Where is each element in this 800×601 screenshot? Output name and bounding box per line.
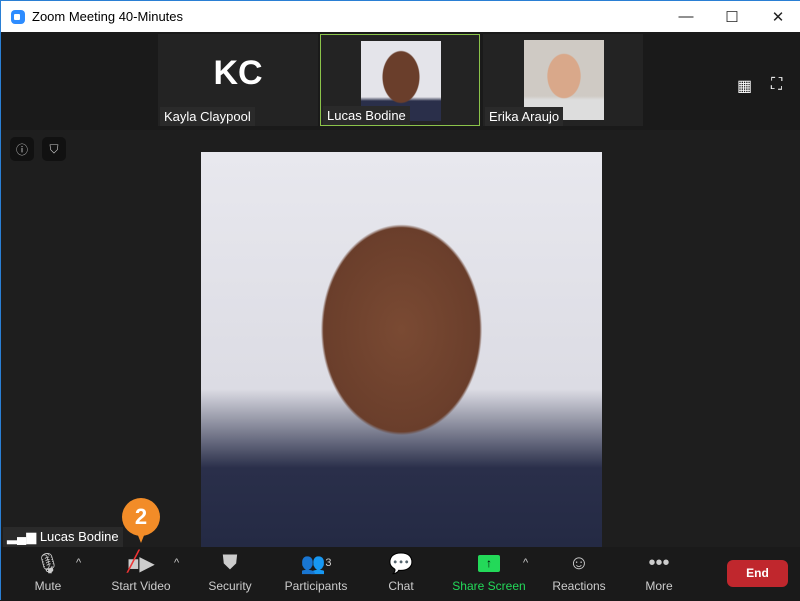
end-meeting-button[interactable]: End <box>727 560 788 587</box>
more-button[interactable]: ••• More <box>639 547 679 601</box>
speaker-video <box>201 152 602 547</box>
mute-label: Mute <box>34 579 62 593</box>
video-off-icon: ■▶ ╱ <box>127 550 155 575</box>
reactions-label: Reactions <box>552 579 606 593</box>
video-options-caret[interactable]: ^ <box>174 557 179 569</box>
chat-button[interactable]: 💬 Chat <box>381 547 421 601</box>
security-label: Security <box>208 579 252 593</box>
share-screen-button[interactable]: ↑ Share Screen <box>451 547 527 601</box>
window-title: Zoom Meeting 40-Minutes <box>32 9 184 24</box>
share-arrow-icon: ↑ <box>478 554 500 572</box>
participants-icon: 👥 3 <box>300 552 332 575</box>
reaction-smiley-icon: ☺ <box>568 551 590 574</box>
participant-name: Kayla Claypool <box>160 107 255 126</box>
zoom-logo-icon <box>11 9 25 24</box>
more-label: More <box>645 579 673 593</box>
mute-button[interactable]: 🎙 Mute <box>23 547 73 601</box>
minimize-button[interactable]: — <box>663 1 709 32</box>
close-button[interactable]: ✕ <box>755 1 800 32</box>
shield-icon: ⛊ <box>222 551 238 574</box>
participant-name: Lucas Bodine <box>323 106 410 125</box>
share-options-caret[interactable]: ^ <box>523 557 528 569</box>
maximize-button[interactable]: ☐ <box>709 1 755 32</box>
fullscreen-icon[interactable]: ⛶ <box>771 76 782 94</box>
meeting-toolbar: 🎙 Mute ^ ■▶ ╱ Start Video ^ ⛊ Security 👥 3 Par… <box>1 547 800 601</box>
reactions-button[interactable]: ☺ Reactions <box>549 547 609 601</box>
microphone-icon: 🎙 <box>35 552 61 575</box>
participants-button[interactable]: 👥 3 Participants <box>281 547 351 601</box>
participant-count: 3 <box>325 557 332 569</box>
share-screen-label: Share Screen <box>452 579 526 593</box>
participants-label: Participants <box>284 579 348 593</box>
meeting-info-icon[interactable]: ⓘ <box>10 137 34 161</box>
participant-name: Erika Araujo <box>485 107 564 126</box>
encryption-shield-icon[interactable]: ⛉ <box>42 137 66 161</box>
more-dots-icon: ••• <box>648 551 670 574</box>
signal-icon: ▂▄▆ <box>7 529 40 544</box>
start-video-button[interactable]: ■▶ ╱ Start Video <box>106 547 176 601</box>
audio-options-caret[interactable]: ^ <box>76 557 81 569</box>
gallery-strip: KC Kayla Claypool Lucas Bodine Erika Ara… <box>1 32 800 130</box>
gallery-view-icon[interactable]: ▦ <box>737 76 752 96</box>
speaker-name-text: Lucas Bodine <box>39 529 119 544</box>
participant-tile-erika[interactable]: Erika Araujo <box>483 34 643 126</box>
start-video-label: Start Video <box>111 579 171 593</box>
step-callout-badge: 2 <box>122 498 160 543</box>
share-screen-icon-wrap: ↑ <box>451 547 527 579</box>
participant-tile-lucas[interactable]: Lucas Bodine <box>320 34 480 126</box>
participant-tile-kayla[interactable]: KC Kayla Claypool <box>158 34 318 126</box>
title-bar: Zoom Meeting 40-Minutes — ☐ ✕ <box>1 1 800 32</box>
chat-icon: 💬 <box>388 552 414 575</box>
active-speaker-view: ⓘ ⛉ ▂▄▆ Lucas Bodine <box>1 130 800 547</box>
security-button[interactable]: ⛊ Security <box>201 547 259 601</box>
avatar-initials: KC <box>213 54 263 92</box>
speaker-name: ▂▄▆ Lucas Bodine <box>3 527 123 547</box>
chat-label: Chat <box>388 579 414 593</box>
